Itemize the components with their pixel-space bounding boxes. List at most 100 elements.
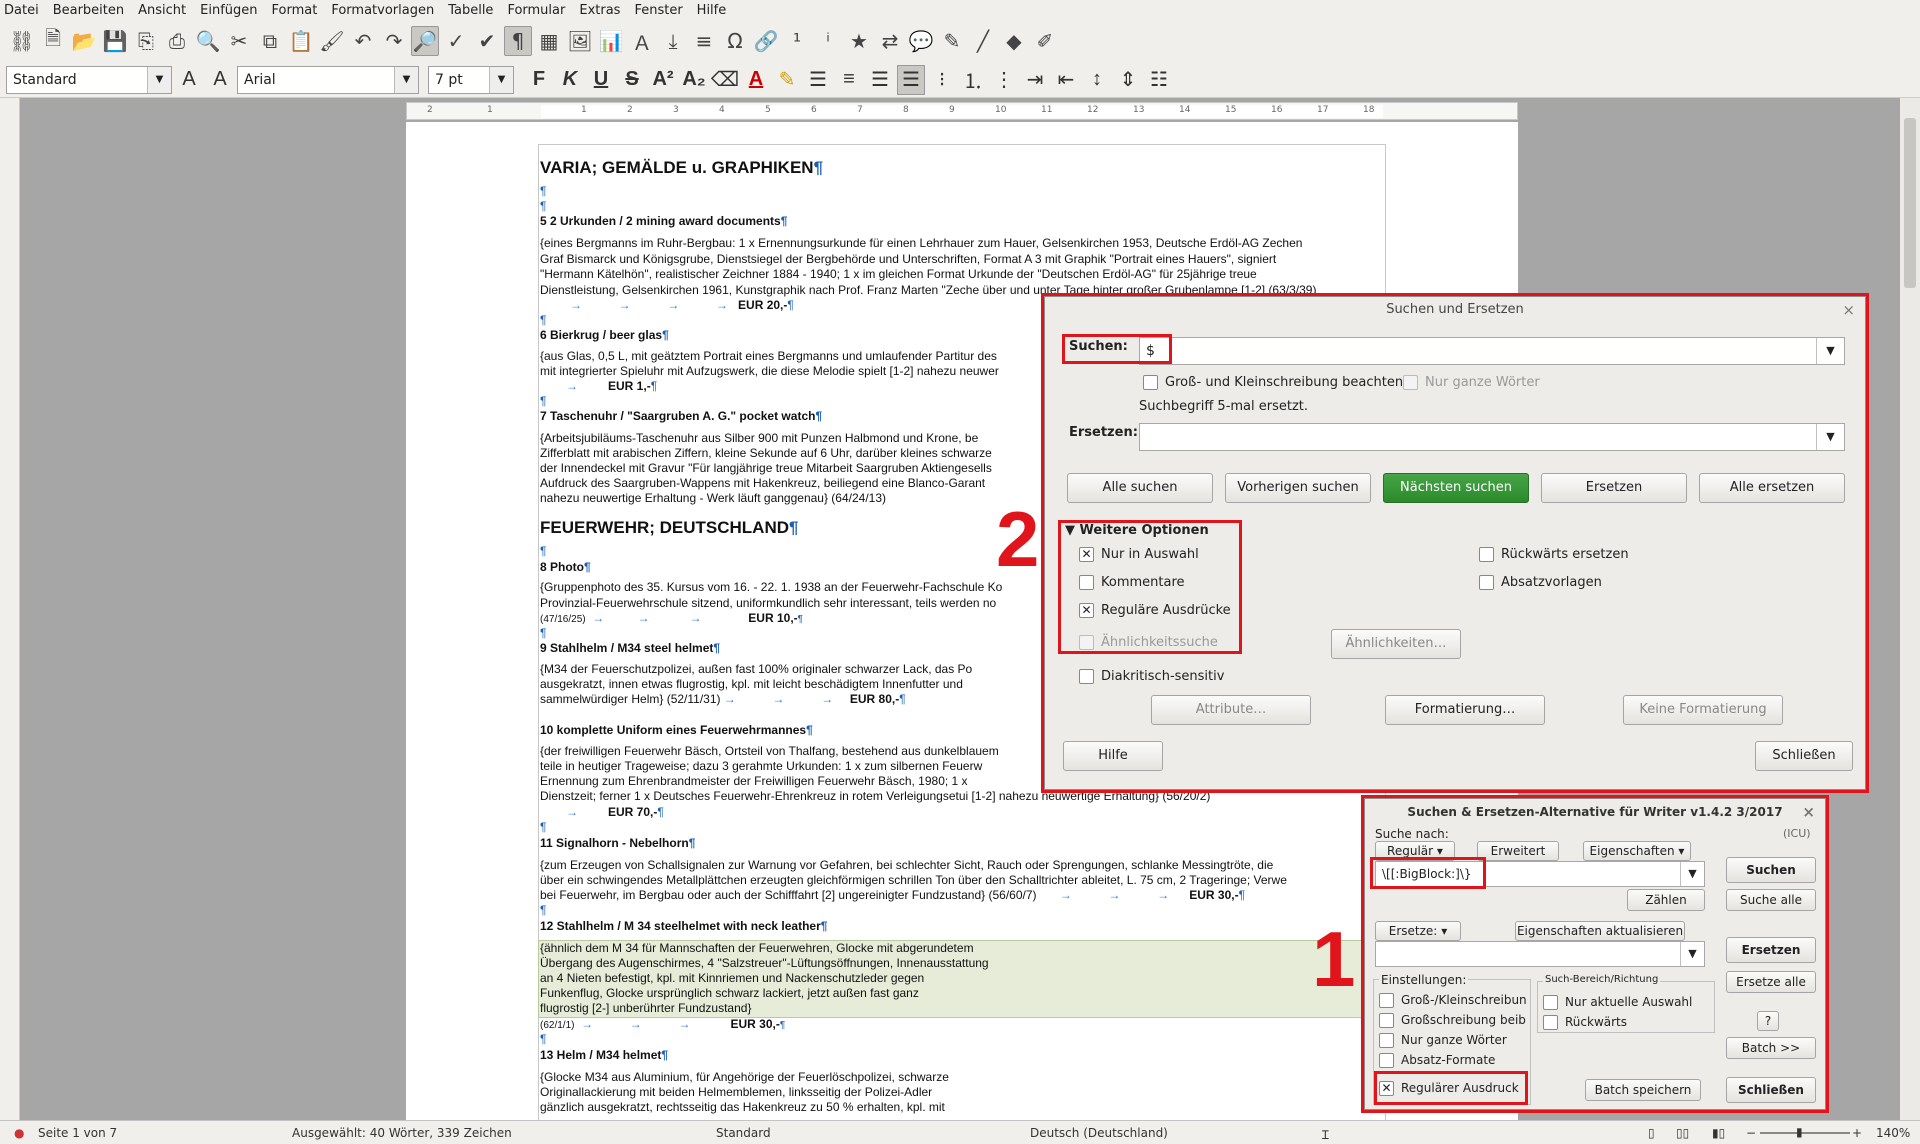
undo-icon[interactable]: ↶ [349,26,377,56]
formatting-marks-icon[interactable]: ¶ [504,26,532,56]
chevron-down-icon[interactable]: ▼ [489,66,513,93]
draw-functions-icon[interactable]: ✐ [1031,26,1059,56]
redo-icon[interactable]: ↷ [380,26,408,56]
increase-indent-icon[interactable]: ⇥ [1021,65,1049,95]
pilcrow: ¶ [540,394,547,408]
cross-reference-icon[interactable]: ⇄ [876,26,904,56]
scrollbar-thumb[interactable] [1904,118,1916,288]
page-break-icon[interactable]: ⤓ [659,26,687,56]
footnote-icon[interactable]: ¹ [783,26,811,56]
insert-textbox-icon[interactable]: Ａ [628,26,656,56]
export-pdf-icon[interactable]: ⎘ [132,26,160,56]
font-color-button[interactable]: A [742,65,770,95]
clone-format-icon[interactable]: 🖌 [318,26,346,56]
outline-icon[interactable]: ⋮ [990,65,1018,95]
book-view-icon[interactable]: ▮▯ [1712,1126,1725,1140]
zoom-in-icon[interactable]: + [1852,1126,1862,1140]
bullet-list-icon[interactable]: ⁝ [928,65,956,95]
multi-page-view-icon[interactable]: ▯▯ [1676,1126,1689,1140]
vertical-ruler [0,98,20,1120]
highlight-icon[interactable]: ✎ [773,65,801,95]
zoom-level[interactable]: 140% [1876,1126,1910,1140]
zoom-out-icon[interactable]: − [1746,1126,1756,1140]
zoom-slider-thumb[interactable]: ▮ [1796,1125,1803,1139]
track-changes-icon[interactable]: ✎ [938,26,966,56]
hyperlink-icon[interactable]: 🔗 [752,26,780,56]
new-document-icon[interactable]: 🗎 [39,26,67,56]
font-size-select[interactable]: 7 pt ▼ [428,65,514,94]
new-style-icon[interactable]: A [206,65,234,95]
menu-formatvorlagen[interactable]: Formatvorlagen [331,3,434,18]
bold-button[interactable]: F [525,65,553,95]
entry-text: der Innendeckel mit Gravur "Für langjähr… [540,461,992,475]
pilcrow: ¶ [540,544,547,558]
open-folder-icon[interactable]: 📂 [70,26,98,56]
price-line: → → → → EUR 20,-¶ [570,298,794,312]
italic-button[interactable]: K [556,65,584,95]
menu-hilfe[interactable]: Hilfe [697,3,727,18]
menu-format[interactable]: Format [272,3,318,18]
document-modified-icon[interactable]: ● [14,1126,24,1140]
insert-field-icon[interactable]: ≡ [690,26,718,56]
endnote-icon[interactable]: ⁱ [814,26,842,56]
font-name-select[interactable]: Arial ▼ [237,65,419,94]
basic-shapes-icon[interactable]: ◆ [1000,26,1028,56]
superscript-button[interactable]: A² [649,65,677,95]
spelling-icon[interactable]: ✓ [442,26,470,56]
save-icon[interactable]: 💾 [101,26,129,56]
annotation-frame-dialog2 [1361,795,1829,1113]
line-icon[interactable]: ╱ [969,26,997,56]
menu-tabelle[interactable]: Tabelle [448,3,493,18]
zoom-slider[interactable] [1760,1132,1850,1134]
insert-table-icon[interactable]: ▦ [535,26,563,56]
clear-formatting-icon[interactable]: ⌫ [711,65,739,95]
update-style-icon[interactable]: A [175,65,203,95]
menu-bearbeiten[interactable]: Bearbeiten [53,3,124,18]
paste-icon[interactable]: 📋 [287,26,315,56]
align-right-icon[interactable]: ☰ [866,65,894,95]
menu-extras[interactable]: Extras [579,3,620,18]
print-preview-icon[interactable]: 🔍 [194,26,222,56]
underline-button[interactable]: U [587,65,615,95]
numbered-list-icon[interactable]: ⒈ [959,65,987,95]
paragraph-style-select[interactable]: Standard ▼ [6,65,172,94]
justify-icon[interactable]: ☰ [897,64,925,95]
copy-icon[interactable]: ⧉ [256,26,284,56]
page-count[interactable]: Seite 1 von 7 [38,1126,117,1140]
language[interactable]: Deutsch (Deutschland) [1030,1126,1168,1140]
menu-ansicht[interactable]: Ansicht [138,3,186,18]
autospell-icon[interactable]: ✔ [473,26,501,56]
menu-datei[interactable]: Datei [4,3,39,18]
align-center-icon[interactable]: ≡ [835,65,863,95]
menu-fenster[interactable]: Fenster [634,3,682,18]
line-spacing-icon[interactable]: ↕ [1083,65,1111,95]
font-name-value: Arial [244,71,276,88]
entry-text: Ernennung zum Ehrenbrandmeister der Frei… [540,774,968,788]
chevron-down-icon[interactable]: ▼ [394,66,418,93]
print-icon[interactable]: ⎙ [163,26,191,56]
cut-icon[interactable]: ✂ [225,26,253,56]
annotation-frame-search [1062,334,1172,364]
find-replace-icon[interactable]: 🔎 [411,26,439,56]
navigator-icon[interactable]: ⛓ [8,26,36,56]
entry-title: 9 Stahlhelm / M34 steel helmet¶ [540,641,721,655]
page-style[interactable]: Standard [716,1126,771,1140]
bookmark-icon[interactable]: ★ [845,26,873,56]
vertical-scrollbar[interactable] [1900,98,1920,1120]
paragraph-spacing-icon[interactable]: ⇕ [1114,65,1142,95]
chevron-down-icon[interactable]: ▼ [147,66,171,93]
ruler-tick: 3 [673,105,679,115]
align-left-icon[interactable]: ☰ [804,65,832,95]
insert-image-icon[interactable]: 🖼 [566,26,594,56]
subscript-button[interactable]: A₂ [680,65,708,95]
increase-paragraph-spacing-icon[interactable]: ☷ [1145,65,1173,95]
strikethrough-button[interactable]: S [618,65,646,95]
decrease-indent-icon[interactable]: ⇤ [1052,65,1080,95]
entry-title: 7 Taschenuhr / "Saargruben A. G." pocket… [540,409,823,423]
menu-formular[interactable]: Formular [507,3,565,18]
comment-icon[interactable]: 💬 [907,26,935,56]
single-page-view-icon[interactable]: ▯ [1648,1126,1655,1140]
insert-chart-icon[interactable]: 📊 [597,26,625,56]
special-character-icon[interactable]: Ω [721,26,749,56]
menu-einfuegen[interactable]: Einfügen [200,3,257,18]
